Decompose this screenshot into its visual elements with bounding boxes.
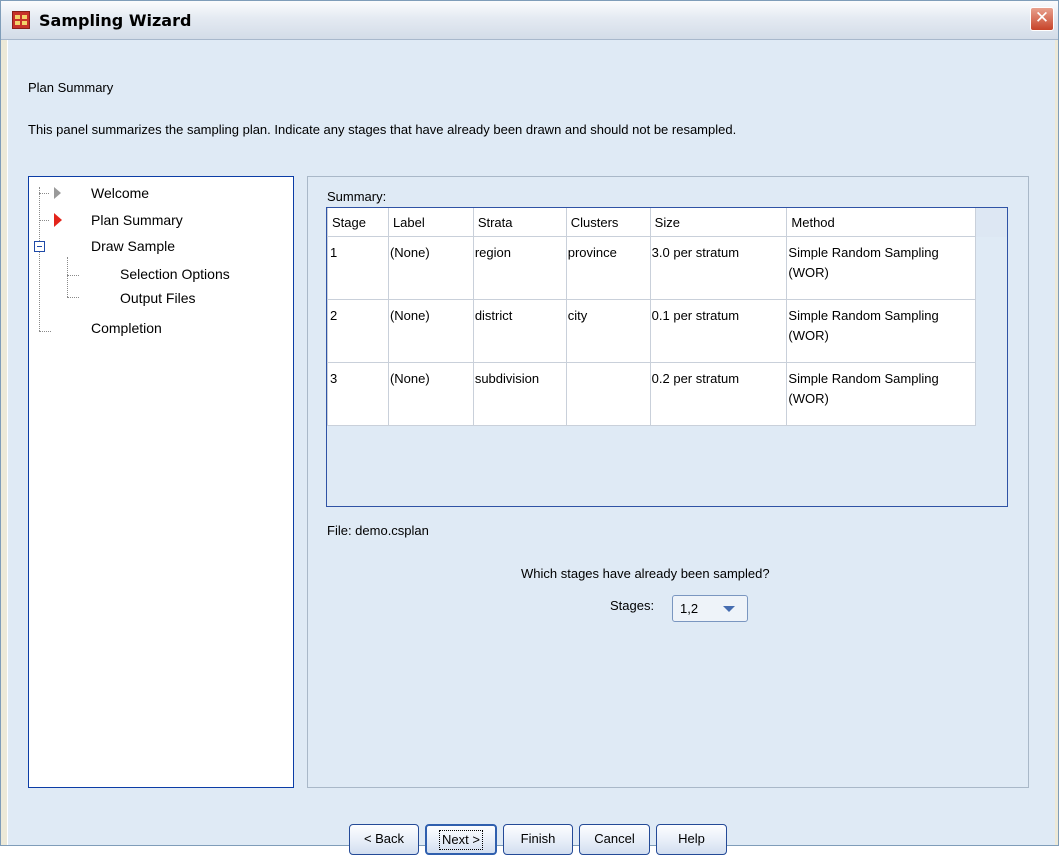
finish-button-label: Finish bbox=[520, 831, 556, 846]
table-cell: (None) bbox=[387, 236, 474, 300]
table-cell: (None) bbox=[387, 362, 474, 426]
header-filler bbox=[975, 208, 1007, 237]
help-button-label: Help bbox=[678, 831, 705, 846]
nav-item-welcome[interactable]: Welcome bbox=[29, 182, 293, 204]
column-header[interactable]: Label bbox=[387, 208, 474, 237]
table-cell: district bbox=[472, 299, 567, 363]
table-cell: Simple Random Sampling (WOR) bbox=[786, 362, 977, 426]
window-title: Sampling Wizard bbox=[39, 11, 192, 30]
stages-selected-value: 1,2 bbox=[680, 601, 699, 616]
stages-label: Stages: bbox=[610, 598, 655, 613]
table-cell: 0.2 per stratum bbox=[649, 362, 788, 426]
table-cell: region bbox=[472, 236, 567, 300]
table-cell: 0.1 per stratum bbox=[649, 299, 788, 363]
chevron-down-icon bbox=[723, 606, 735, 612]
nav-item-label: Draw Sample bbox=[91, 238, 176, 254]
page-description: This panel summarizes the sampling plan.… bbox=[28, 122, 737, 137]
title-bar[interactable]: Sampling Wizard ✕ bbox=[1, 1, 1058, 40]
summary-table-container[interactable]: Stage Label Strata Clusters Size Method … bbox=[326, 207, 1008, 507]
app-icon bbox=[12, 11, 30, 29]
next-button-label: Next > bbox=[439, 830, 483, 850]
cancel-button-label: Cancel bbox=[594, 831, 635, 846]
nav-item-plan-summary[interactable]: Plan Summary bbox=[29, 209, 293, 231]
table-row[interactable]: 1 (None) region province 3.0 per stratum… bbox=[327, 236, 1007, 300]
nav-item-output-files[interactable]: Output Files bbox=[29, 287, 293, 309]
summary-label: Summary: bbox=[327, 189, 387, 204]
cancel-button[interactable]: Cancel bbox=[579, 824, 650, 855]
nav-item-label: Welcome bbox=[91, 185, 150, 201]
column-header[interactable]: Method bbox=[786, 208, 977, 237]
nav-item-completion[interactable]: Completion bbox=[29, 317, 293, 339]
column-header[interactable]: Size bbox=[649, 208, 788, 237]
nav-item-label: Plan Summary bbox=[91, 212, 183, 228]
table-cell: subdivision bbox=[472, 362, 567, 426]
nav-item-label: Completion bbox=[91, 320, 162, 336]
stages-dropdown[interactable]: 1,2 bbox=[672, 595, 748, 622]
table-cell: Simple Random Sampling (WOR) bbox=[786, 236, 977, 300]
collapse-icon[interactable] bbox=[34, 241, 45, 252]
table-cell: Simple Random Sampling (WOR) bbox=[786, 299, 977, 363]
stages-question: Which stages have already been sampled? bbox=[521, 566, 770, 581]
finish-button[interactable]: Finish bbox=[503, 824, 573, 855]
nav-item-label: Output Files bbox=[120, 290, 196, 306]
row-filler bbox=[975, 299, 1007, 363]
plan-file-label: File: demo.csplan bbox=[327, 523, 429, 538]
table-cell: 1 bbox=[327, 236, 389, 300]
close-button[interactable]: ✕ bbox=[1030, 7, 1054, 31]
row-filler bbox=[975, 362, 1007, 426]
back-button[interactable]: < Back bbox=[349, 824, 419, 855]
summary-table: Stage Label Strata Clusters Size Method … bbox=[327, 208, 1007, 426]
table-cell bbox=[565, 362, 651, 426]
nav-item-label: Selection Options bbox=[120, 266, 230, 282]
arrow-grey-icon bbox=[54, 187, 61, 199]
column-header[interactable]: Stage bbox=[327, 208, 389, 237]
arrow-red-icon bbox=[54, 213, 62, 227]
table-cell: city bbox=[565, 299, 651, 363]
help-button[interactable]: Help bbox=[656, 824, 727, 855]
table-cell: 3 bbox=[327, 362, 389, 426]
table-cell: 3.0 per stratum bbox=[649, 236, 788, 300]
table-row[interactable]: 2 (None) district city 0.1 per stratum S… bbox=[327, 299, 1007, 363]
wizard-steps-tree: Welcome Plan Summary Draw Sample Selecti… bbox=[28, 176, 294, 788]
nav-item-selection-options[interactable]: Selection Options bbox=[29, 263, 293, 285]
column-header[interactable]: Strata bbox=[472, 208, 567, 237]
page-heading: Plan Summary bbox=[28, 80, 114, 95]
table-cell: (None) bbox=[387, 299, 474, 363]
back-button-label: < Back bbox=[363, 831, 405, 846]
nav-item-draw-sample[interactable]: Draw Sample bbox=[29, 235, 293, 257]
table-row[interactable]: 3 (None) subdivision 0.2 per stratum Sim… bbox=[327, 362, 1007, 426]
table-cell: 2 bbox=[327, 299, 389, 363]
next-button[interactable]: Next > bbox=[425, 824, 497, 855]
column-header[interactable]: Clusters bbox=[565, 208, 651, 237]
table-header-row: Stage Label Strata Clusters Size Method bbox=[327, 208, 1007, 237]
row-filler bbox=[975, 236, 1007, 300]
table-cell: province bbox=[565, 236, 651, 300]
